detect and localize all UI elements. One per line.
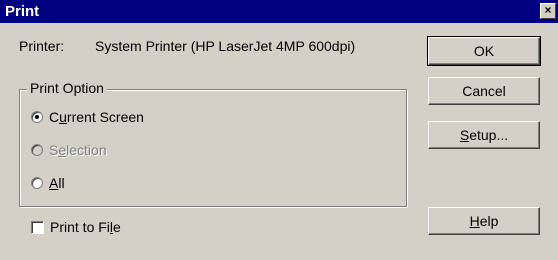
ok-button[interactable]: OK xyxy=(427,36,541,66)
printer-name: System Printer (HP LaserJet 4MP 600dpi) xyxy=(95,38,356,54)
radio-button-icon[interactable] xyxy=(31,177,43,189)
print-to-file-label: Print to File xyxy=(50,219,121,235)
cancel-button[interactable]: Cancel xyxy=(428,77,540,105)
print-to-file-checkbox[interactable] xyxy=(31,221,44,234)
setup-button[interactable]: Setup... xyxy=(428,121,540,149)
close-icon[interactable]: × xyxy=(540,3,556,19)
print-option-legend: Print Option xyxy=(27,80,107,96)
help-button[interactable]: Help xyxy=(428,207,540,235)
print-dialog: Print × Printer: System Printer (HP Lase… xyxy=(0,0,558,260)
radio-label-selection: Selection xyxy=(49,142,107,158)
title-bar[interactable]: Print × xyxy=(0,0,558,23)
window-title: Print xyxy=(5,3,40,20)
radio-button-icon xyxy=(31,144,43,156)
radio-label-current-screen: Current Screen xyxy=(49,109,144,125)
radio-button-icon[interactable] xyxy=(31,111,43,123)
printer-label: Printer: xyxy=(19,38,65,54)
radio-label-all: All xyxy=(49,175,65,191)
